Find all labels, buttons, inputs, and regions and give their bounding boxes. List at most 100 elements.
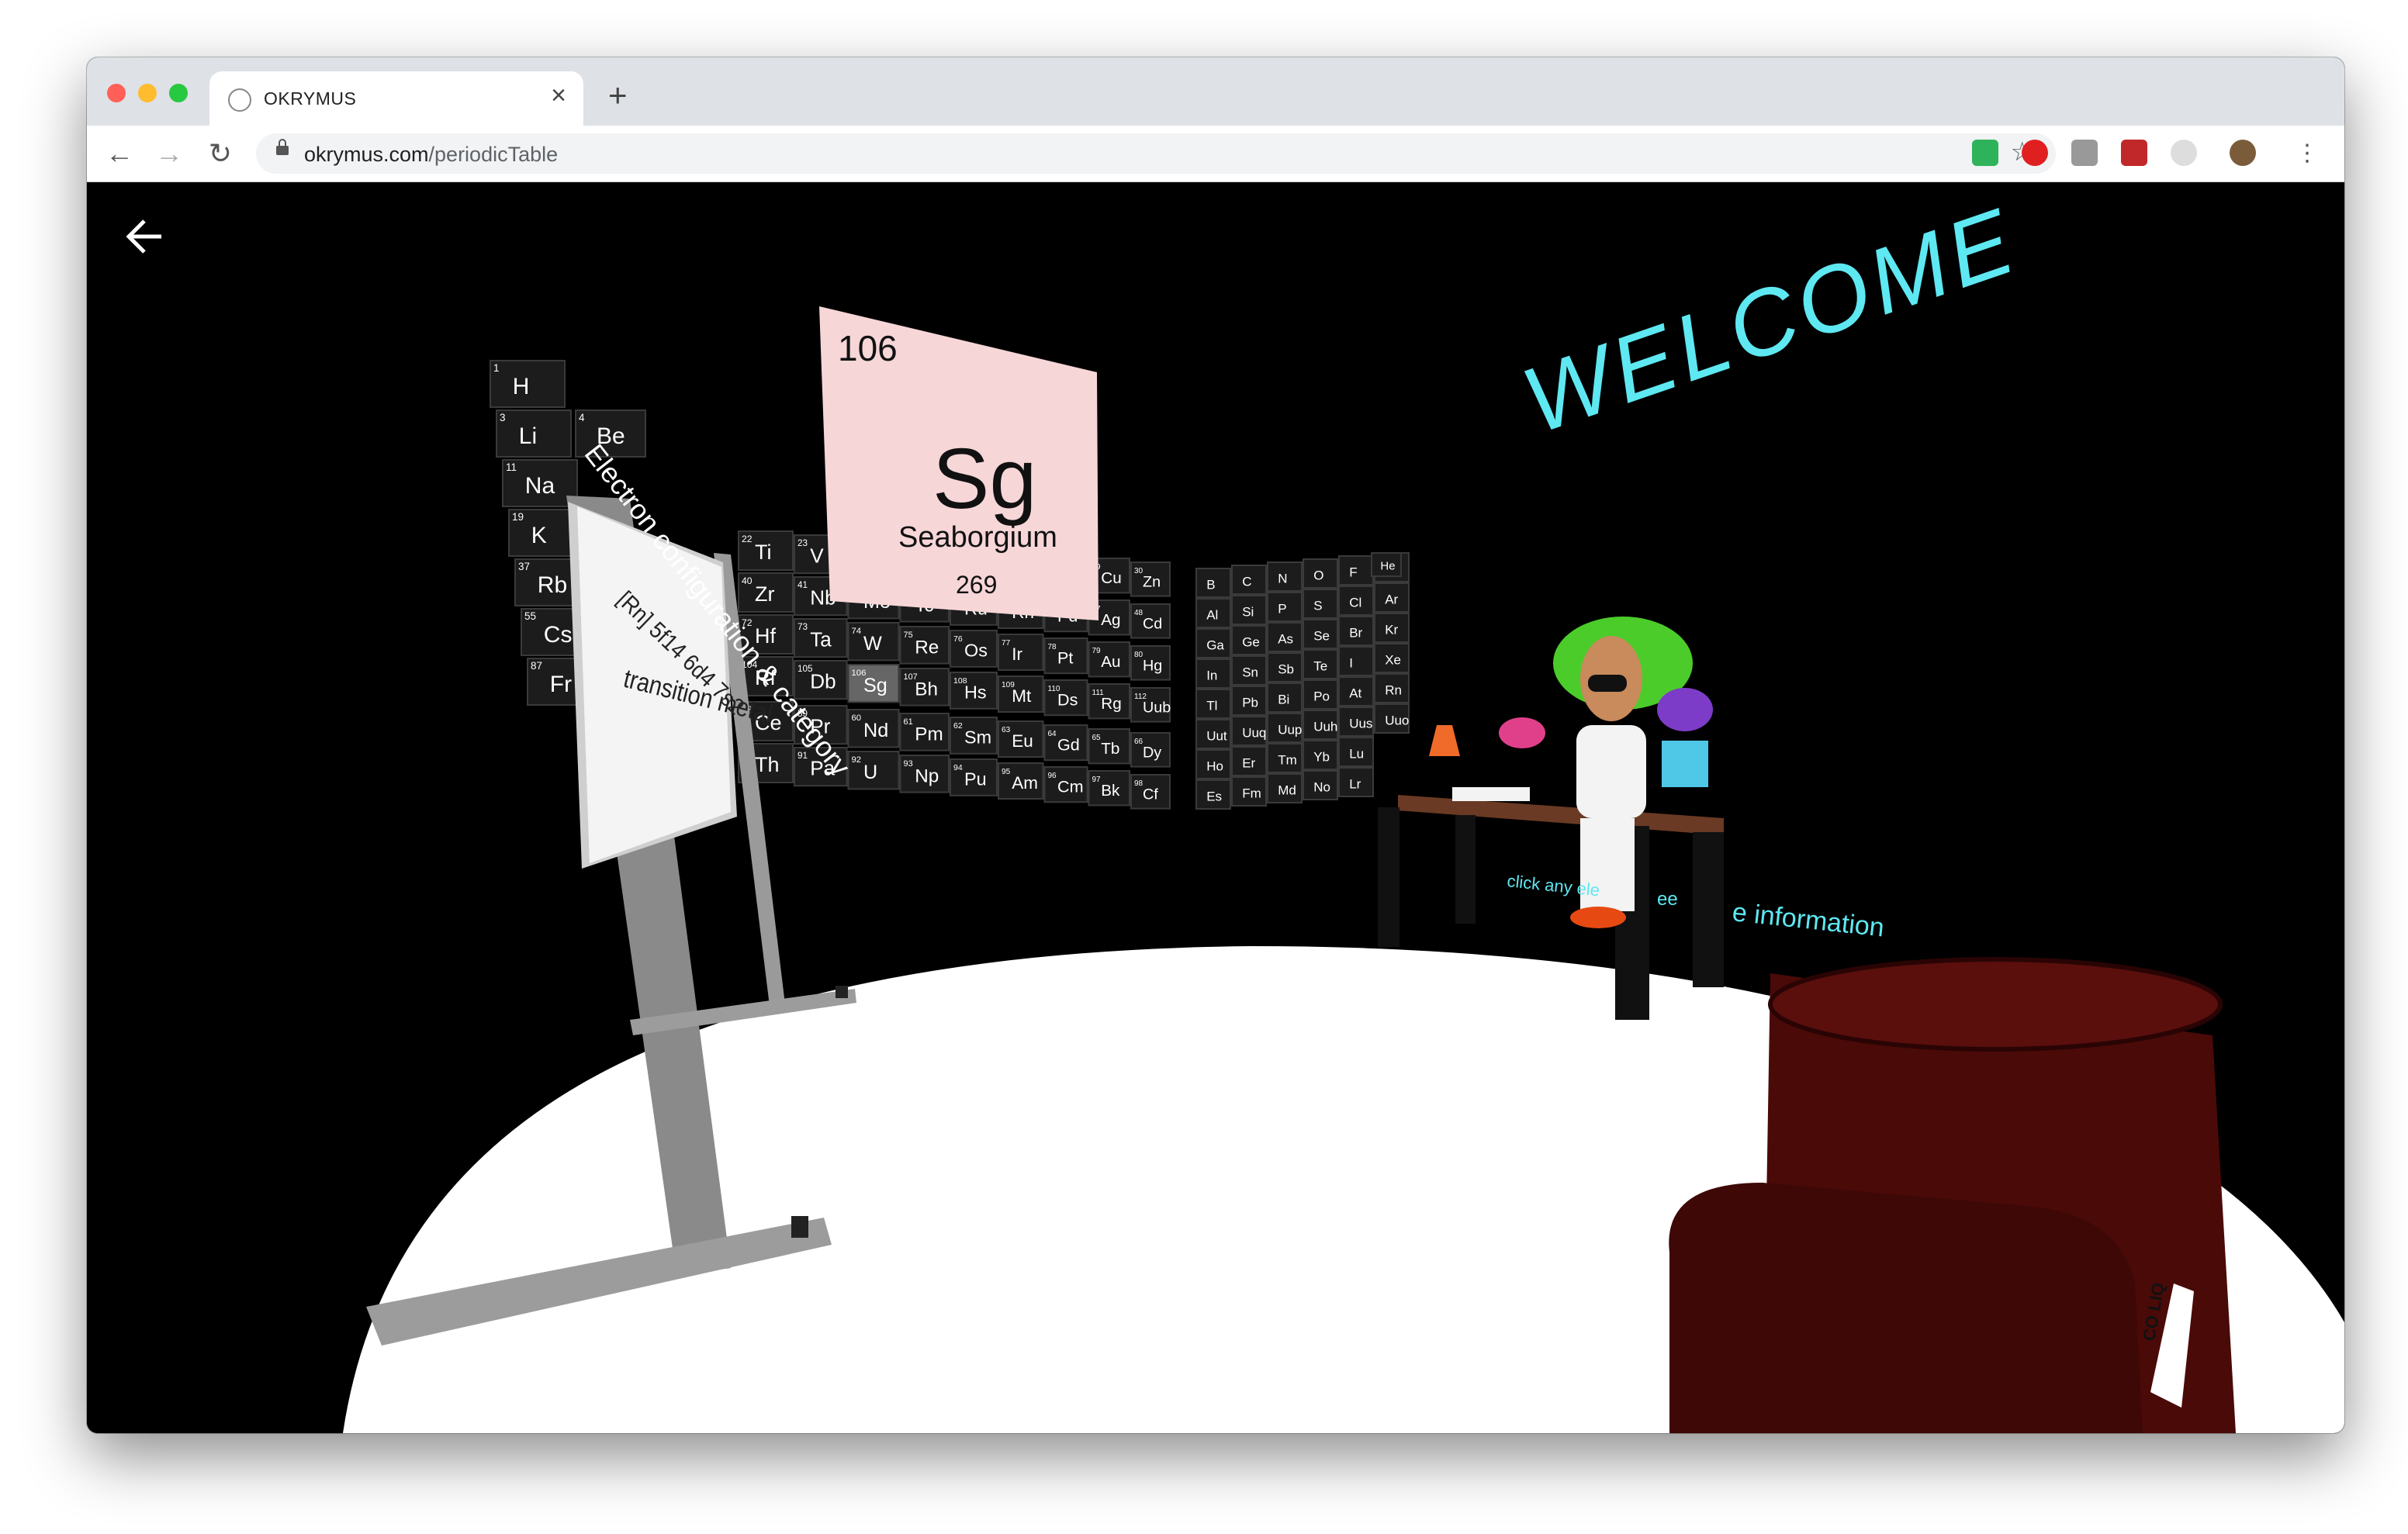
extension-download-icon[interactable] [2071,140,2098,166]
element-cell-uuo[interactable]: Uuo [1374,703,1410,734]
element-cell-he[interactable]: He [1371,552,1402,577]
element-cell-re[interactable]: 75Re [899,626,950,665]
zoom-window-button[interactable] [169,84,188,102]
element-cell-na[interactable]: 11 Na [502,459,578,507]
element-cell-w[interactable]: 74W [847,622,900,662]
extension-stop-icon[interactable] [2022,140,2048,166]
element-cell-sn[interactable]: Sn [1231,655,1267,686]
element-cell-hg[interactable]: 80Hg [1130,645,1171,681]
element-cell-sg[interactable]: 106Sg [847,664,900,703]
element-cell-pu[interactable]: 94Pu [950,758,998,796]
element-cell-c[interactable]: C [1231,565,1267,595]
address-bar[interactable]: okrymus.com/periodicTable ☆ [256,133,2056,174]
element-cell-h[interactable]: 1H [490,360,566,408]
close-icon[interactable]: × [551,82,566,109]
close-window-button[interactable] [107,84,126,102]
element-cell-o[interactable]: O [1303,558,1338,589]
element-cell-pb[interactable]: Pb [1231,686,1267,716]
element-cell-po[interactable]: Po [1303,679,1338,710]
element-cell-uus[interactable]: Uus [1338,707,1374,737]
back-arrow-icon[interactable] [126,219,161,254]
extension-red-icon[interactable] [2121,140,2147,166]
element-cell-no[interactable]: No [1303,770,1338,800]
element-cell-br[interactable]: Br [1338,616,1374,646]
element-cell-ti[interactable]: 22Ti [738,530,794,571]
element-cell-lr[interactable]: Lr [1338,767,1374,797]
element-cell-ds[interactable]: 110Ds [1043,679,1088,717]
menu-icon[interactable]: ⋮ [2287,133,2327,174]
element-cell-mt[interactable]: 109Mt [998,675,1044,713]
element-cell-uuq[interactable]: Uuq [1231,716,1267,746]
element-cell-hs[interactable]: 108Hs [950,672,998,710]
element-cell-uup[interactable]: Uup [1267,713,1303,743]
selected-element-tile[interactable]: 106 Sg Seaborgium 269 [819,306,1098,620]
element-cell-es[interactable]: Es [1195,779,1231,810]
element-cell-s[interactable]: S [1303,589,1338,619]
extension-circle-icon[interactable] [2171,140,2197,166]
element-cell-zn[interactable]: 30Zn [1130,561,1171,597]
element-cell-nd[interactable]: 60Nd [847,709,900,748]
element-cell-pt[interactable]: 78Pt [1043,637,1088,675]
webgl-scene[interactable]: 1H3Li11Na19K37Rb55Cs87Fr4Be 22Ti23V24Cr2… [87,182,2344,1433]
element-cell-cd[interactable]: 48Cd [1130,603,1171,639]
element-cell-b[interactable]: B [1195,568,1231,598]
element-cell-sm[interactable]: 62Sm [950,717,998,755]
element-cell-tb[interactable]: 65Tb [1088,728,1130,765]
element-cell-xe[interactable]: Xe [1374,643,1410,673]
minimize-window-button[interactable] [138,84,157,102]
element-cell-dy[interactable]: 66Dy [1130,732,1171,768]
element-cell-tm[interactable]: Tm [1267,743,1303,773]
element-cell-eu[interactable]: 63Eu [998,720,1044,758]
forward-icon[interactable]: → [149,133,189,174]
element-cell-os[interactable]: 76Os [950,630,998,668]
tab-okrymus[interactable]: OKRYMUS × [209,71,583,126]
element-cell-ta[interactable]: 73Ta [794,618,848,658]
element-cell-au[interactable]: 79Au [1088,641,1130,678]
element-cell-fm[interactable]: Fm [1231,776,1267,807]
element-cell-cf[interactable]: 98Cf [1130,774,1171,810]
element-cell-zr[interactable]: 40Zr [738,572,794,613]
element-cell-tl[interactable]: Tl [1195,689,1231,719]
element-cell-f[interactable]: F [1338,555,1374,586]
element-cell-bi[interactable]: Bi [1267,682,1303,713]
extension-check-icon[interactable] [1972,140,1998,166]
url-text[interactable]: okrymus.com/periodicTable [304,143,558,167]
element-cell-n[interactable]: N [1267,561,1303,592]
element-cell-uuh[interactable]: Uuh [1303,710,1338,740]
element-cell-uub[interactable]: 112Uub [1130,687,1171,723]
element-cell-in[interactable]: In [1195,658,1231,689]
reload-icon[interactable]: ↻ [200,133,240,174]
element-cell-rg[interactable]: 111Rg [1088,683,1130,720]
element-cell-i[interactable]: I [1338,646,1374,676]
element-cell-p[interactable]: P [1267,592,1303,622]
element-cell-bh[interactable]: 107Bh [899,668,950,707]
element-cell-md[interactable]: Md [1267,773,1303,803]
element-cell-np[interactable]: 93Np [899,755,950,793]
element-cell-si[interactable]: Si [1231,595,1267,625]
element-cell-ge[interactable]: Ge [1231,625,1267,655]
element-cell-cm[interactable]: 96Cm [1043,766,1088,803]
element-cell-ga[interactable]: Ga [1195,628,1231,658]
element-cell-al[interactable]: Al [1195,598,1231,628]
element-cell-sb[interactable]: Sb [1267,652,1303,682]
element-cell-ho[interactable]: Ho [1195,749,1231,779]
element-cell-ar[interactable]: Ar [1374,582,1410,613]
element-cell-u[interactable]: 92U [847,751,900,790]
element-cell-bk[interactable]: 97Bk [1088,770,1130,807]
element-cell-rn[interactable]: Rn [1374,673,1410,703]
element-cell-at[interactable]: At [1338,676,1374,707]
element-cell-er[interactable]: Er [1231,746,1267,776]
element-cell-cl[interactable]: Cl [1338,586,1374,616]
back-icon[interactable]: ← [99,133,140,174]
element-cell-se[interactable]: Se [1303,619,1338,649]
element-cell-lu[interactable]: Lu [1338,737,1374,767]
element-cell-ir[interactable]: 77Ir [998,634,1044,671]
element-cell-kr[interactable]: Kr [1374,613,1410,643]
element-cell-uut[interactable]: Uut [1195,719,1231,749]
element-cell-yb[interactable]: Yb [1303,740,1338,770]
element-cell-li[interactable]: 3 Li [496,409,572,458]
element-cell-as[interactable]: As [1267,622,1303,652]
element-cell-pm[interactable]: 61Pm [899,713,950,751]
element-cell-te[interactable]: Te [1303,649,1338,679]
plus-icon[interactable]: + [608,79,628,112]
